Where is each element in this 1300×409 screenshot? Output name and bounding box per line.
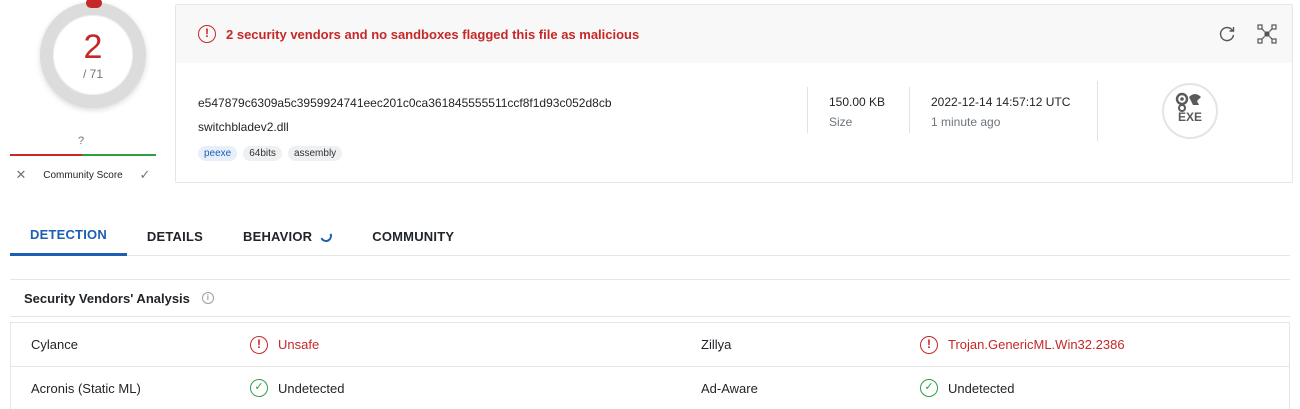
score-ring: 2 / 71 [40, 0, 146, 108]
score-total: / 71 [82, 67, 103, 81]
exclamation-circle-icon: ! [250, 335, 268, 354]
check-circle-icon: ✓ [920, 379, 938, 397]
graph-icon [1257, 24, 1277, 44]
vendor-name: Acronis (Static ML) [31, 380, 141, 396]
file-tag[interactable]: 64bits [243, 146, 282, 161]
reanalyze-button[interactable] [1214, 21, 1240, 47]
vendor-result-text: Undetected [948, 380, 1015, 396]
check-circle-icon: ✓ [250, 379, 268, 397]
tab-label: COMMUNITY [372, 228, 455, 244]
vote-malicious-icon[interactable]: ✕ [10, 167, 32, 183]
vendor-result: ✓ Undetected [920, 379, 1015, 397]
table-row: Acronis (Static ML) ✓ Undetected Ad-Awar… [11, 366, 1289, 409]
community-score-value: ? [78, 135, 85, 147]
tab-detection[interactable]: DETECTION [10, 216, 127, 256]
tab-label: DETECTION [30, 227, 107, 242]
file-name: switchbladev2.dll [198, 120, 289, 134]
report-tabs: DETECTION DETAILS BEHAVIOR COMMUNITY [10, 216, 1290, 256]
vendor-result-text: Unsafe [278, 337, 320, 352]
tab-label: BEHAVIOR [242, 228, 313, 244]
file-tag[interactable]: peexe [198, 146, 238, 161]
tab-behavior[interactable]: BEHAVIOR [223, 216, 352, 256]
analysis-date-relative: 1 minute ago [931, 115, 1001, 129]
loading-spinner-icon [318, 228, 334, 244]
vendor-name: Ad-Aware [701, 380, 758, 396]
section-title: Security Vendors' Analysis [24, 290, 190, 306]
score-center: 2 / 71 [53, 15, 133, 95]
vendor-results-table: Cylance ! Unsafe Zillya ! Trojan.Generic… [10, 322, 1290, 409]
vendor-name: Cylance [31, 337, 78, 352]
refresh-icon [1219, 26, 1235, 42]
file-summary-card: ! 2 security vendors and no sandboxes fl… [175, 4, 1293, 183]
file-tag[interactable]: assembly [287, 146, 343, 161]
tab-details[interactable]: DETAILS [127, 216, 223, 256]
community-score-row: ✕ Community Score ✓ [10, 164, 156, 186]
file-size-label: Size [829, 115, 853, 129]
exclamation-circle-icon: ! [920, 335, 938, 354]
vote-harmless-icon[interactable]: ✓ [134, 167, 156, 183]
score-detections: 2 [83, 28, 103, 66]
alert-text: 2 security vendors and no sandboxes flag… [226, 26, 640, 42]
vendor-result-text: Trojan.GenericML.Win32.2386 [948, 337, 1125, 352]
vendor-name: Zillya [701, 337, 732, 352]
community-score-bar-harmless [82, 154, 156, 156]
tab-community[interactable]: COMMUNITY [352, 216, 474, 256]
file-type-badge: EXE [1162, 83, 1218, 139]
vendor-result: ! Trojan.GenericML.Win32.2386 [920, 335, 1125, 354]
vendors-section-header: Security Vendors' Analysis i [10, 279, 1290, 317]
community-score-bar-malicious [10, 154, 82, 156]
similar-graph-button[interactable] [1254, 21, 1280, 47]
card-actions [1214, 21, 1280, 47]
vendor-result: ! Unsafe [250, 335, 320, 354]
file-date-block: 2022-12-14 14:57:12 UTC 1 minute ago [909, 87, 1070, 133]
file-tags: peexe 64bits assembly [198, 146, 343, 161]
vendor-result-text: Undetected [278, 380, 345, 396]
info-icon[interactable]: i [201, 292, 214, 304]
file-hash[interactable]: e547879c6309a5c3959924741eec201c0ca36184… [198, 96, 612, 110]
file-size-block: 150.00 KB Size [807, 87, 885, 133]
divider [1097, 81, 1098, 141]
score-ring-marker [86, 0, 102, 8]
detection-score-widget: 2 / 71 ? ✕ Community Score ✓ [10, 0, 156, 190]
table-row: Cylance ! Unsafe Zillya ! Trojan.Generic… [11, 323, 1289, 366]
vendor-result: ✓ Undetected [250, 379, 345, 397]
file-size-value: 150.00 KB [829, 95, 886, 109]
alert-exclamation-icon: ! [198, 25, 216, 43]
community-score-label: Community Score [43, 169, 123, 181]
analysis-date-value: 2022-12-14 14:57:12 UTC [931, 95, 1071, 109]
file-type-label: EXE [1177, 110, 1202, 124]
detection-alert: ! 2 security vendors and no sandboxes fl… [176, 5, 1292, 63]
tab-label: DETAILS [146, 228, 203, 244]
community-score-bar [10, 154, 156, 156]
